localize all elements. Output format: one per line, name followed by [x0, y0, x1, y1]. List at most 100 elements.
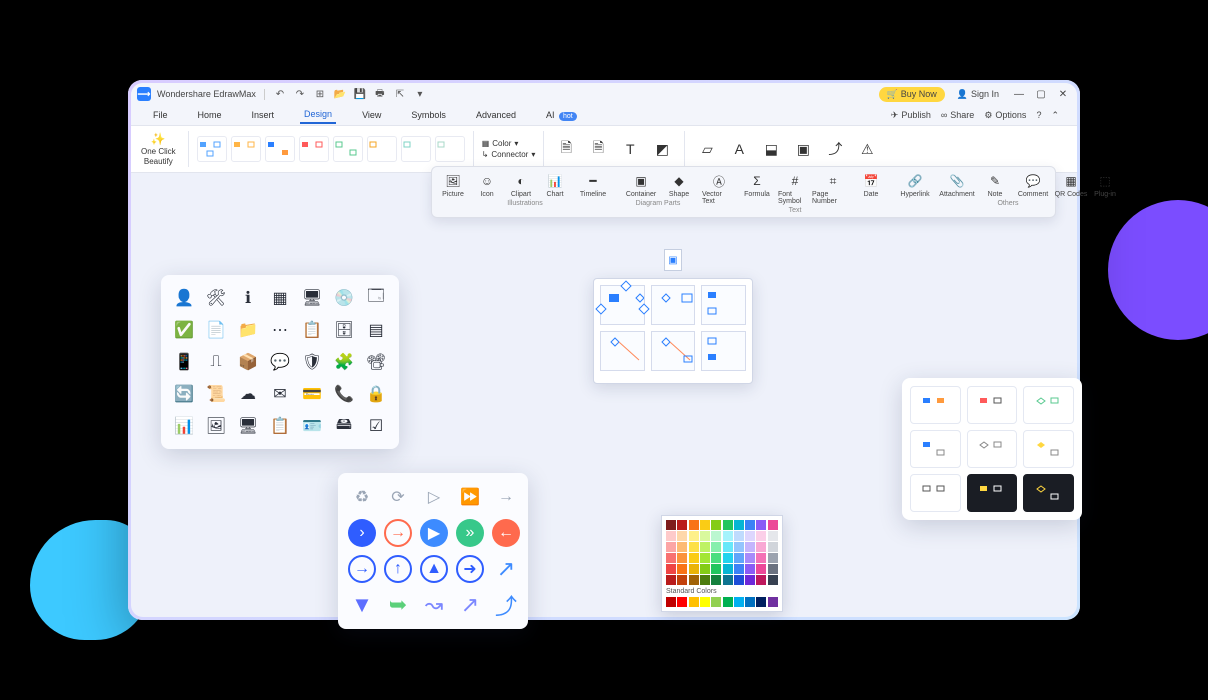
gallery-phone-icon[interactable]: 📞	[331, 381, 357, 407]
color-swatch[interactable]	[723, 575, 733, 585]
save-button[interactable]: 💾	[353, 87, 367, 101]
insert-vector-text-button[interactable]: ⒶVector Text	[702, 173, 736, 205]
flow-style-5[interactable]	[333, 136, 363, 162]
color-swatch[interactable]	[689, 575, 699, 585]
container-thumb-6[interactable]	[701, 331, 746, 371]
ribbon-outline-icon[interactable]: ▱	[693, 134, 721, 164]
flow-style-7[interactable]	[401, 136, 431, 162]
gallery-present-icon[interactable]: 📽	[363, 349, 389, 375]
insert-formula-button[interactable]: ΣFormula	[736, 173, 778, 205]
gallery-server-icon[interactable]: 🖴	[331, 413, 357, 439]
window-maximize-button[interactable]: ▢	[1033, 86, 1049, 102]
menu-view[interactable]: View	[358, 107, 385, 123]
gallery-chat-icon[interactable]: 💬	[267, 349, 293, 375]
color-swatch[interactable]	[734, 531, 744, 541]
color-swatch[interactable]	[700, 520, 710, 530]
arrow-recycle-icon[interactable]: ♻	[348, 483, 376, 511]
export-button[interactable]: ⇱	[393, 87, 407, 101]
color-swatch[interactable]	[723, 520, 733, 530]
arrow-up-out-icon[interactable]: ↑	[384, 555, 412, 583]
insert-date-button[interactable]: 📅Date	[854, 173, 888, 205]
color-swatch[interactable]	[689, 531, 699, 541]
insert-hyperlink-button[interactable]: 🔗Hyperlink	[894, 173, 936, 198]
gallery-board-icon[interactable]: 🖼	[203, 413, 229, 439]
color-swatch[interactable]	[756, 531, 766, 541]
color-swatch[interactable]	[756, 520, 766, 530]
color-swatch[interactable]	[734, 564, 744, 574]
ribbon-page-icon[interactable]: 🗎	[552, 134, 580, 164]
menu-insert[interactable]: Insert	[248, 107, 279, 123]
color-swatch[interactable]	[723, 564, 733, 574]
color-swatch[interactable]	[723, 553, 733, 563]
insert-note-button[interactable]: ✎Note	[978, 173, 1012, 198]
arrow-curve-green-icon[interactable]: ➥	[384, 591, 412, 619]
ribbon-fill-icon[interactable]: ◩	[648, 134, 676, 164]
insert-page-number-button[interactable]: ⌗Page Number	[812, 173, 854, 205]
arrow-down-big-icon[interactable]: ▼	[348, 591, 376, 619]
gallery-lock-icon[interactable]: 🔒	[363, 381, 389, 407]
ribbon-layout-icon[interactable]: ⬓	[757, 134, 785, 164]
print-button[interactable]: 🖶	[373, 87, 387, 101]
insert-attachment-button[interactable]: 📎Attachment	[936, 173, 978, 198]
color-swatch[interactable]	[666, 575, 676, 585]
share-button[interactable]: ∞Share	[941, 110, 974, 121]
container-thumb-5[interactable]	[651, 331, 696, 371]
color-swatch[interactable]	[756, 564, 766, 574]
color-swatch[interactable]	[677, 542, 687, 552]
gallery-window-icon[interactable]: 🗔	[363, 285, 389, 311]
arrow-thin-icon[interactable]: ↗	[456, 591, 484, 619]
arrow-right-out-blue-icon[interactable]: →	[348, 555, 376, 583]
ribbon-text-icon[interactable]: T	[616, 134, 644, 164]
color-swatch[interactable]	[768, 520, 778, 530]
gallery-cloud-icon[interactable]: ☁	[235, 381, 261, 407]
color-swatch[interactable]	[689, 520, 699, 530]
gallery-screen-icon[interactable]: 🖥	[235, 413, 261, 439]
flow-style-3[interactable]	[265, 136, 295, 162]
color-swatch[interactable]	[666, 597, 676, 607]
container-thumb-4[interactable]	[600, 331, 645, 371]
gallery-id-icon[interactable]: 🪪	[299, 413, 325, 439]
arrow-ff-outline-icon[interactable]: ⏩	[456, 483, 484, 511]
gallery-mail-icon[interactable]: ✉	[267, 381, 293, 407]
gallery-card-icon[interactable]: 💳	[299, 381, 325, 407]
arrow-right-outline-icon[interactable]: →	[492, 483, 520, 511]
color-swatch[interactable]	[711, 575, 721, 585]
flow-style-8[interactable]	[435, 136, 465, 162]
menu-symbols[interactable]: Symbols	[407, 107, 450, 123]
gallery-file-icon[interactable]: 📁	[235, 317, 261, 343]
insert-font-symbol-button[interactable]: #Font Symbol	[778, 173, 812, 205]
color-swatch[interactable]	[677, 531, 687, 541]
gallery-cert-icon[interactable]: 📜	[203, 381, 229, 407]
arrow-arc-icon[interactable]: ⤴	[492, 591, 520, 619]
style-variant-1[interactable]	[910, 386, 961, 424]
color-swatch[interactable]	[711, 553, 721, 563]
color-swatch[interactable]	[700, 597, 710, 607]
color-swatch[interactable]	[723, 531, 733, 541]
insert-comment-button[interactable]: 💬Comment	[1012, 173, 1054, 198]
one-click-beautify-button[interactable]: ✨ One Click Beautify	[137, 130, 180, 168]
style-variant-5[interactable]	[967, 430, 1018, 468]
color-swatch[interactable]	[756, 597, 766, 607]
color-swatch[interactable]	[689, 553, 699, 563]
flow-style-2[interactable]	[231, 136, 261, 162]
color-swatch[interactable]	[677, 597, 687, 607]
color-swatch[interactable]	[723, 597, 733, 607]
ribbon-arrow-icon[interactable]: ⤴	[821, 134, 849, 164]
color-swatch[interactable]	[711, 542, 721, 552]
insert-container-button[interactable]: ▣Container	[620, 173, 662, 198]
insert-chart-button[interactable]: 📊Chart	[538, 173, 572, 198]
gallery-check-screen-icon[interactable]: ✅	[171, 317, 197, 343]
style-variant-6[interactable]	[1023, 430, 1074, 468]
window-minimize-button[interactable]: —	[1011, 86, 1027, 102]
color-swatch[interactable]	[745, 564, 755, 574]
color-swatch[interactable]	[768, 553, 778, 563]
gallery-shield-icon[interactable]: 🛡	[299, 349, 325, 375]
insert-shape-button[interactable]: ◆Shape	[662, 173, 696, 198]
color-swatch[interactable]	[768, 564, 778, 574]
publish-button[interactable]: ✈Publish	[891, 110, 931, 121]
color-swatch[interactable]	[700, 553, 710, 563]
gallery-table-icon[interactable]: ▤	[363, 317, 389, 343]
arrow-play-outline-icon[interactable]: ▷	[420, 483, 448, 511]
color-swatch[interactable]	[677, 520, 687, 530]
gallery-devices-icon[interactable]: 📱	[171, 349, 197, 375]
